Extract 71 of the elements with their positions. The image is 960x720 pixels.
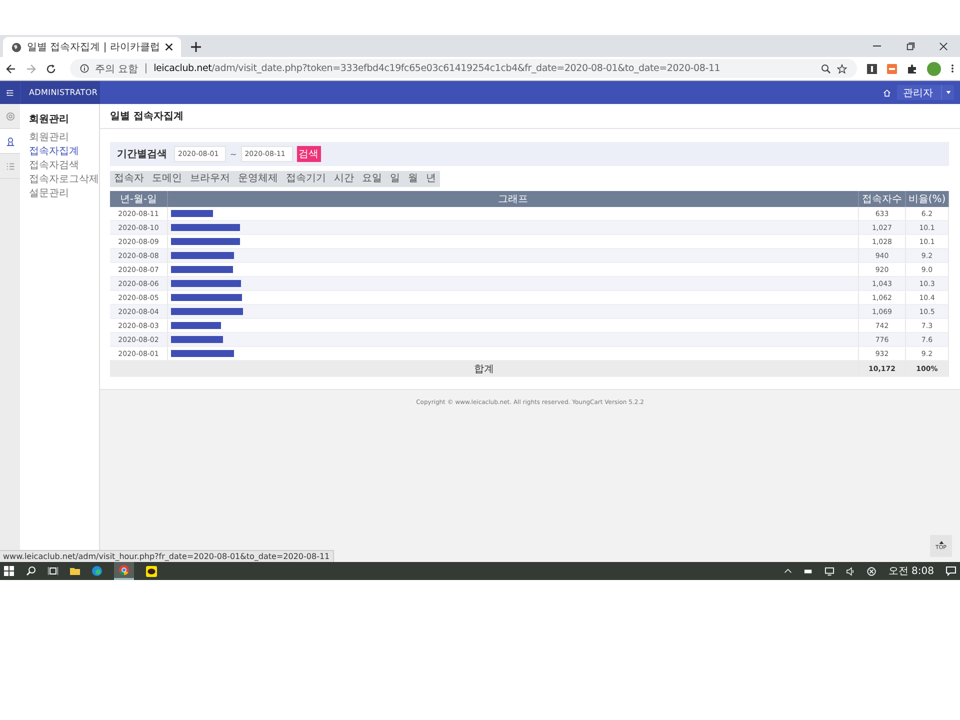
chat-icon[interactable] (146, 566, 157, 576)
stat-tab[interactable]: 요일 (358, 171, 386, 187)
search-icon[interactable] (26, 566, 36, 576)
chrome-icon (119, 565, 129, 575)
stat-tab[interactable]: 접속기기 (282, 171, 330, 187)
brand-title[interactable]: ADMINISTRATOR (20, 81, 100, 104)
column-header: 접속자수 (858, 191, 906, 207)
stat-tab[interactable]: 브라우저 (186, 171, 234, 187)
task-view-icon[interactable] (48, 566, 58, 576)
new-tab-icon[interactable] (190, 42, 201, 52)
list-icon (6, 162, 14, 170)
total-label: 합계 (110, 360, 858, 376)
column-header: 비율(%) (906, 191, 948, 207)
url-text: leicaclub.net/adm/visit_date.php?token=333efbd4c19fc65e03c61419254c1cb4&fr_date=2020-08-01&to_date=2020-08-11 (154, 63, 720, 74)
stat-tab[interactable]: 도메인 (148, 171, 186, 187)
column-header: 년-월-일 (110, 191, 168, 207)
browser-tab[interactable]: 일별 접속자집계 | 라이카클럽 (3, 37, 181, 57)
sidebar-item[interactable]: 설문관리 (29, 187, 99, 201)
sidebar-item[interactable]: 접속자로그삭제 (29, 173, 99, 187)
person-icon (6, 136, 14, 146)
battery-icon[interactable] (804, 566, 814, 576)
home-icon[interactable] (883, 88, 891, 96)
speaker-icon[interactable] (846, 566, 856, 576)
close-icon[interactable] (939, 42, 948, 51)
column-header: 그래프 (168, 191, 858, 207)
menu-heading: 회원관리 (29, 113, 70, 126)
windows-icon[interactable] (4, 566, 14, 576)
zoom-icon[interactable] (821, 64, 831, 74)
sidebar-item[interactable]: 접속자검색 (29, 159, 99, 173)
security-warning: 주의 요함 (95, 62, 138, 76)
stat-tab[interactable]: 월 (404, 171, 422, 187)
user-menu-button[interactable]: 관리자 (897, 85, 954, 100)
close-icon[interactable] (164, 43, 173, 51)
status-url: www.leicaclub.net/adm/visit_hour.php?fr_date=2020-08-01&to_date=2020-08-11 (0, 550, 334, 562)
menu-icon[interactable] (951, 63, 954, 74)
info-icon (80, 64, 89, 73)
notification-icon[interactable] (946, 566, 956, 576)
folder-icon[interactable] (70, 566, 80, 576)
menu-toggle-button[interactable] (0, 81, 20, 104)
error-icon[interactable] (867, 566, 876, 576)
globe-icon (11, 42, 22, 52)
restore-icon[interactable] (906, 42, 915, 51)
stat-tab[interactable]: 년 (422, 171, 440, 187)
stat-tab[interactable]: 운영체제 (234, 171, 282, 187)
sidebar-item[interactable]: 회원관리 (29, 131, 99, 145)
back-icon[interactable] (6, 64, 16, 74)
avatar-icon[interactable] (927, 62, 941, 76)
stat-tab[interactable]: 시간 (330, 171, 358, 187)
reload-icon[interactable] (46, 64, 56, 74)
clock-text[interactable]: 오전 8:08 (888, 564, 934, 578)
page-title: 일별 접속자집계 (110, 110, 184, 123)
caret-icon (938, 541, 944, 544)
chevron-up-icon[interactable] (784, 567, 792, 575)
filter-label: 기간별검색 (117, 148, 167, 161)
monitor-icon[interactable] (825, 566, 834, 576)
tab-title: 일별 접속자집계 | 라이카클럽 (27, 41, 160, 54)
search-button[interactable]: 검색 (296, 146, 321, 162)
range-separator: ~ (230, 150, 237, 158)
star-icon[interactable] (837, 64, 847, 74)
gear-icon (6, 112, 14, 120)
menu-icon (6, 88, 14, 96)
address-field[interactable]: 주의 요함 | leicaclub.net/adm/visit_date.php?token=333efbd4c19fc65e03c61419254c1cb4&fr_date=2020-08-01&to_date=2020-08-11 (70, 59, 857, 78)
sidebar-item[interactable]: 접속자집계 (29, 145, 99, 159)
extension-icon[interactable] (867, 64, 877, 74)
stat-tab[interactable]: 일 (386, 171, 404, 187)
stat-tab[interactable]: 접속자 (110, 171, 148, 187)
url-separator: | (144, 63, 148, 74)
edge-icon[interactable] (92, 566, 102, 576)
chrome-taskbar-button[interactable] (114, 562, 134, 580)
caret-icon (946, 91, 950, 94)
puzzle-icon[interactable] (907, 64, 917, 74)
